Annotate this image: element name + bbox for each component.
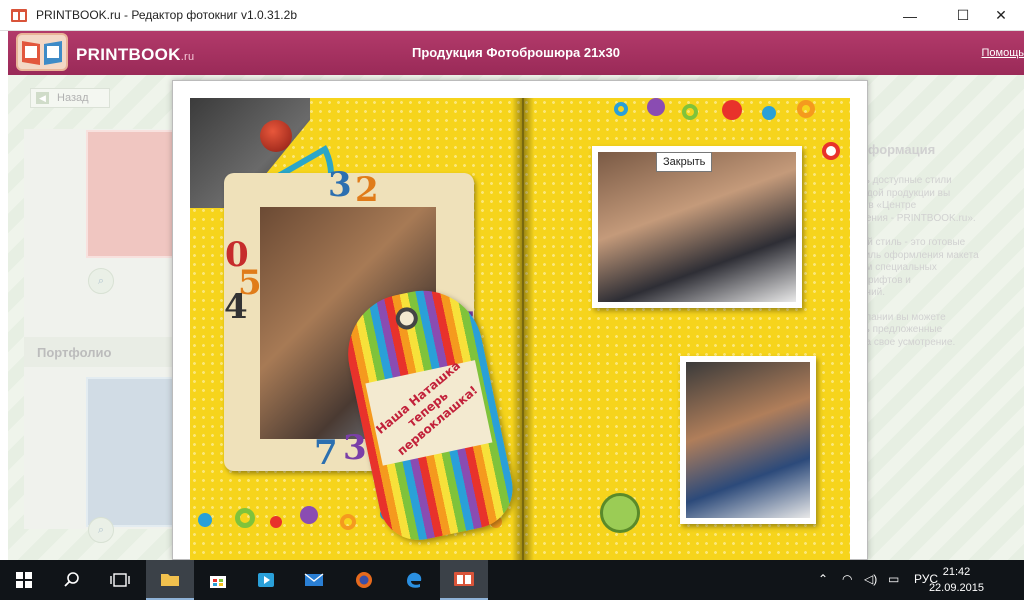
app-header: PRINTBOOK.ru Продукция Фотоброшюра 21x30…	[8, 31, 1024, 75]
network-icon[interactable]: ◠	[842, 572, 852, 586]
minimize-button[interactable]: —	[887, 0, 933, 31]
digit-label: 7	[314, 433, 338, 473]
taskbar-edge[interactable]	[390, 560, 438, 600]
help-link[interactable]: Помощь	[982, 47, 1024, 59]
close-icon: ✕	[995, 7, 1007, 23]
boy-photo[interactable]	[686, 362, 810, 518]
photo-frame-boy	[680, 356, 816, 524]
apple-decoration	[260, 120, 292, 152]
confetti-ring	[822, 142, 840, 160]
maximize-icon: ☐	[956, 7, 970, 23]
minimize-icon: —	[903, 7, 917, 24]
task-view-button[interactable]	[96, 560, 144, 600]
confetti-dot	[722, 100, 742, 120]
clock-date: 22.09.2015	[928, 582, 984, 594]
clock-time: 21:42	[942, 566, 971, 578]
confetti-dot	[762, 106, 776, 120]
tag-hole-icon	[393, 305, 420, 332]
search-button[interactable]	[48, 560, 96, 600]
taskbar-firefox[interactable]	[340, 560, 388, 600]
printbook-app-icon	[454, 572, 474, 586]
confetti-dot	[198, 513, 212, 527]
system-clock[interactable]: 21:42 22.09.2015	[929, 564, 984, 596]
printbook-app-icon	[11, 9, 27, 22]
confetti-ring	[235, 508, 255, 528]
confetti-dot	[647, 98, 665, 116]
confetti-ring	[682, 104, 698, 120]
photobook-preview: 3 2 0 5 4 7 8 1 6 2 7 3 5 9 4	[172, 80, 868, 561]
notification-icon[interactable]: ▭	[888, 572, 899, 586]
close-window-button[interactable]: ✕	[978, 0, 1024, 31]
close-tooltip: Закрыть	[656, 152, 713, 172]
taskbar-printbook[interactable]	[440, 560, 488, 600]
store-icon	[210, 576, 226, 588]
girl-photo[interactable]	[598, 152, 796, 302]
taskbar-store[interactable]	[194, 560, 242, 600]
edge-icon	[407, 572, 422, 588]
digit-label: 3	[343, 428, 367, 468]
tag-label: Наша Наташка теперь первоклашка!	[365, 358, 493, 466]
taskbar-video[interactable]	[242, 560, 290, 600]
tag-text: Наша Наташка теперь первоклашка!	[373, 358, 481, 459]
taskbar-file-explorer[interactable]	[146, 560, 194, 600]
mail-icon	[304, 573, 324, 586]
start-button[interactable]	[0, 560, 48, 600]
confetti-dot	[270, 516, 282, 528]
firefox-icon	[356, 572, 372, 588]
search-icon	[64, 572, 79, 587]
frog-decoration	[600, 493, 640, 533]
task-view-icon	[110, 573, 130, 587]
confetti-ring	[797, 100, 815, 118]
windows-logo-icon	[16, 572, 32, 588]
confetti-ring	[340, 514, 356, 530]
window-title: PRINTBOOK.ru - Редактор фотокниг v1.0.31…	[36, 8, 297, 22]
volume-icon[interactable]: ◁)	[864, 572, 877, 586]
taskbar-mail[interactable]	[290, 560, 338, 600]
folder-icon	[161, 574, 179, 586]
confetti-ring	[614, 102, 628, 116]
digit-label: 3	[328, 165, 352, 205]
confetti-dot	[300, 506, 318, 524]
book-spine	[512, 98, 534, 561]
digit-label: 4	[224, 287, 248, 327]
video-icon	[258, 573, 274, 587]
digit-label: 2	[355, 170, 379, 210]
window-titlebar: PRINTBOOK.ru - Редактор фотокниг v1.0.31…	[0, 0, 1024, 31]
show-hidden-icons-icon[interactable]: ⌃	[818, 572, 828, 586]
windows-taskbar: ⌃ ◠ ◁) ▭ РУС 21:42 22.09.2015	[0, 560, 1024, 600]
product-title: Продукция Фотоброшюра 21x30	[411, 45, 620, 60]
